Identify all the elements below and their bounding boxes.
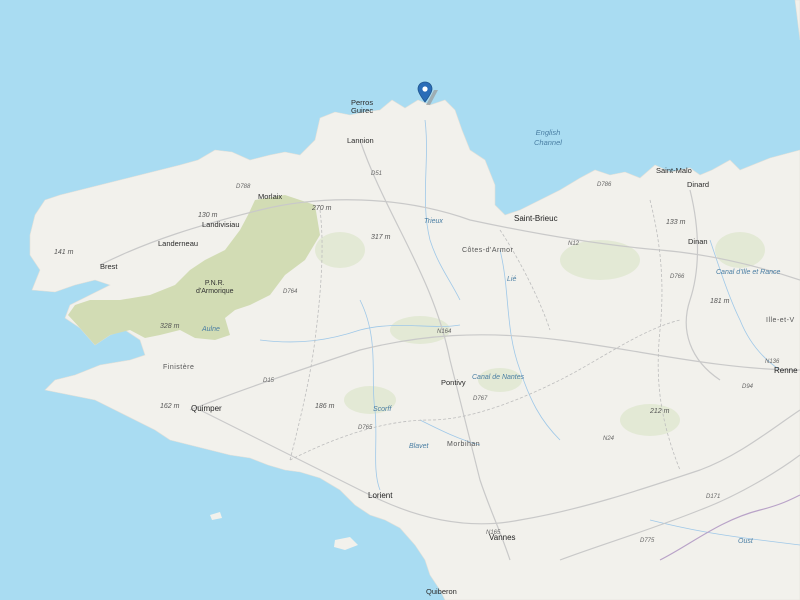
canal-label: Canal d'Ille et Rance [716,269,781,276]
sea-label: English Channel [534,128,562,148]
river-label: Aulne [202,326,220,333]
river-label: Trieux [424,218,443,225]
road-label: D764 [283,289,298,295]
elevation-label: 162 m [160,403,180,410]
road-label: N164 [437,329,452,335]
elevation-label: 130 m [198,212,218,219]
map-canvas[interactable]: English Channel P.N.R. d'Armorique Perro… [0,0,800,600]
road-label: D51 [371,171,383,177]
road-label: N165 [486,530,501,536]
elevation-label: 141 m [54,249,74,256]
city-label-saint-malo[interactable]: Saint-Malo [656,166,692,175]
city-label-landerneau[interactable]: Landerneau [158,239,198,248]
city-label-saint-brieuc[interactable]: Saint-Brieuc [514,214,558,223]
city-label-pontivy[interactable]: Pontivy [441,378,466,387]
map-base [0,0,800,600]
road-label: D765 [358,425,373,431]
road-label: D171 [706,494,721,500]
river-label: Blavet [409,443,429,450]
road-label: N12 [568,241,580,247]
elevation-label: 328 m [160,323,180,330]
city-label-lannion[interactable]: Lannion [347,136,374,145]
city-label-dinard[interactable]: Dinard [687,180,709,189]
city-label-quimper[interactable]: Quimper [191,404,222,413]
city-label-landivisiau[interactable]: Landivisiau [202,220,240,229]
city-label-perros-guirec[interactable]: Perros Guirec [351,99,373,115]
city-label-rennes[interactable]: Renne [774,366,798,375]
river-label: Lié [507,276,517,283]
road-label: D767 [473,396,488,402]
city-label-dinan[interactable]: Dinan [688,237,708,246]
canal-label: Canal de Nantes [472,374,525,381]
elevation-label: 133 m [666,219,686,226]
region-label-morbihan: Morbihan [447,441,481,448]
map-pin-icon[interactable] [416,80,438,106]
elevation-label: 186 m [315,403,335,410]
road-label: D15 [263,378,275,384]
road-label: N136 [765,359,780,365]
park-label-line-2: d'Armorique [196,288,234,295]
road-label: N24 [603,436,615,442]
city-label-quiberon[interactable]: Quiberon [426,587,457,596]
elevation-label: 317 m [371,234,391,241]
region-label-ille-et-vilaine: Ille-et-V [766,317,795,324]
elevation-label: 270 m [312,205,332,212]
road-label: D788 [236,184,251,190]
elevation-label: 212 m [650,408,670,415]
road-label: D786 [597,182,612,188]
park-label: P.N.R. d'Armorique [196,280,234,296]
city-label-lorient[interactable]: Lorient [368,491,392,500]
river-label: Scorff [373,406,392,413]
road-label: D775 [640,538,655,544]
road-label: D766 [670,274,685,280]
road-label: D94 [742,384,754,390]
river-label: Oust [738,538,753,545]
region-label-cotes-darmor: Côtes-d'Armor [462,247,514,254]
elevation-label: 181 m [710,298,730,305]
region-label-finistere: Finistère [163,364,195,371]
sea-label-line-2: Channel [534,138,562,147]
sea-label-line-1: English [535,128,561,137]
city-label-morlaix[interactable]: Morlaix [258,192,282,201]
city-label-brest[interactable]: Brest [100,262,118,271]
park-label-line-1: P.N.R. [204,280,225,287]
city-label-perros-guirec-line-2: Guirec [351,106,374,115]
